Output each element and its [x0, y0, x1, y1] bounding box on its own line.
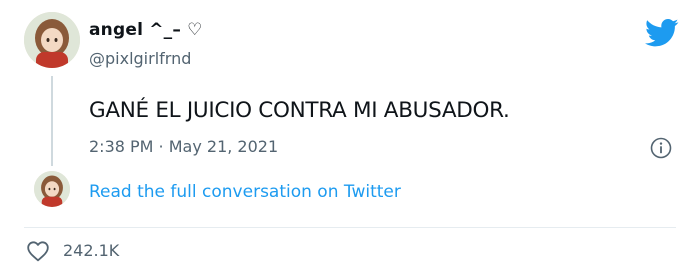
twitter-bird-icon[interactable] [645, 18, 679, 48]
timestamp[interactable]: 2:38 PM · May 21, 2021 [89, 137, 278, 156]
avatar-small-image [34, 171, 70, 207]
divider [24, 227, 676, 228]
avatar-image [24, 12, 80, 68]
like-count: 242.1K [63, 241, 120, 260]
avatar-small[interactable] [34, 171, 70, 207]
avatar[interactable] [24, 12, 80, 68]
heart-icon[interactable] [26, 240, 50, 262]
thread-line [51, 76, 53, 166]
info-icon[interactable] [650, 137, 672, 159]
read-conversation-link[interactable]: Read the full conversation on Twitter [89, 182, 401, 202]
tweet-text: GANÉ EL JUICIO CONTRA MI ABUSADOR. [89, 98, 510, 123]
username[interactable]: @pixlgirlfrnd [89, 49, 191, 68]
display-name[interactable]: angel ^_– ♡ [89, 20, 203, 40]
